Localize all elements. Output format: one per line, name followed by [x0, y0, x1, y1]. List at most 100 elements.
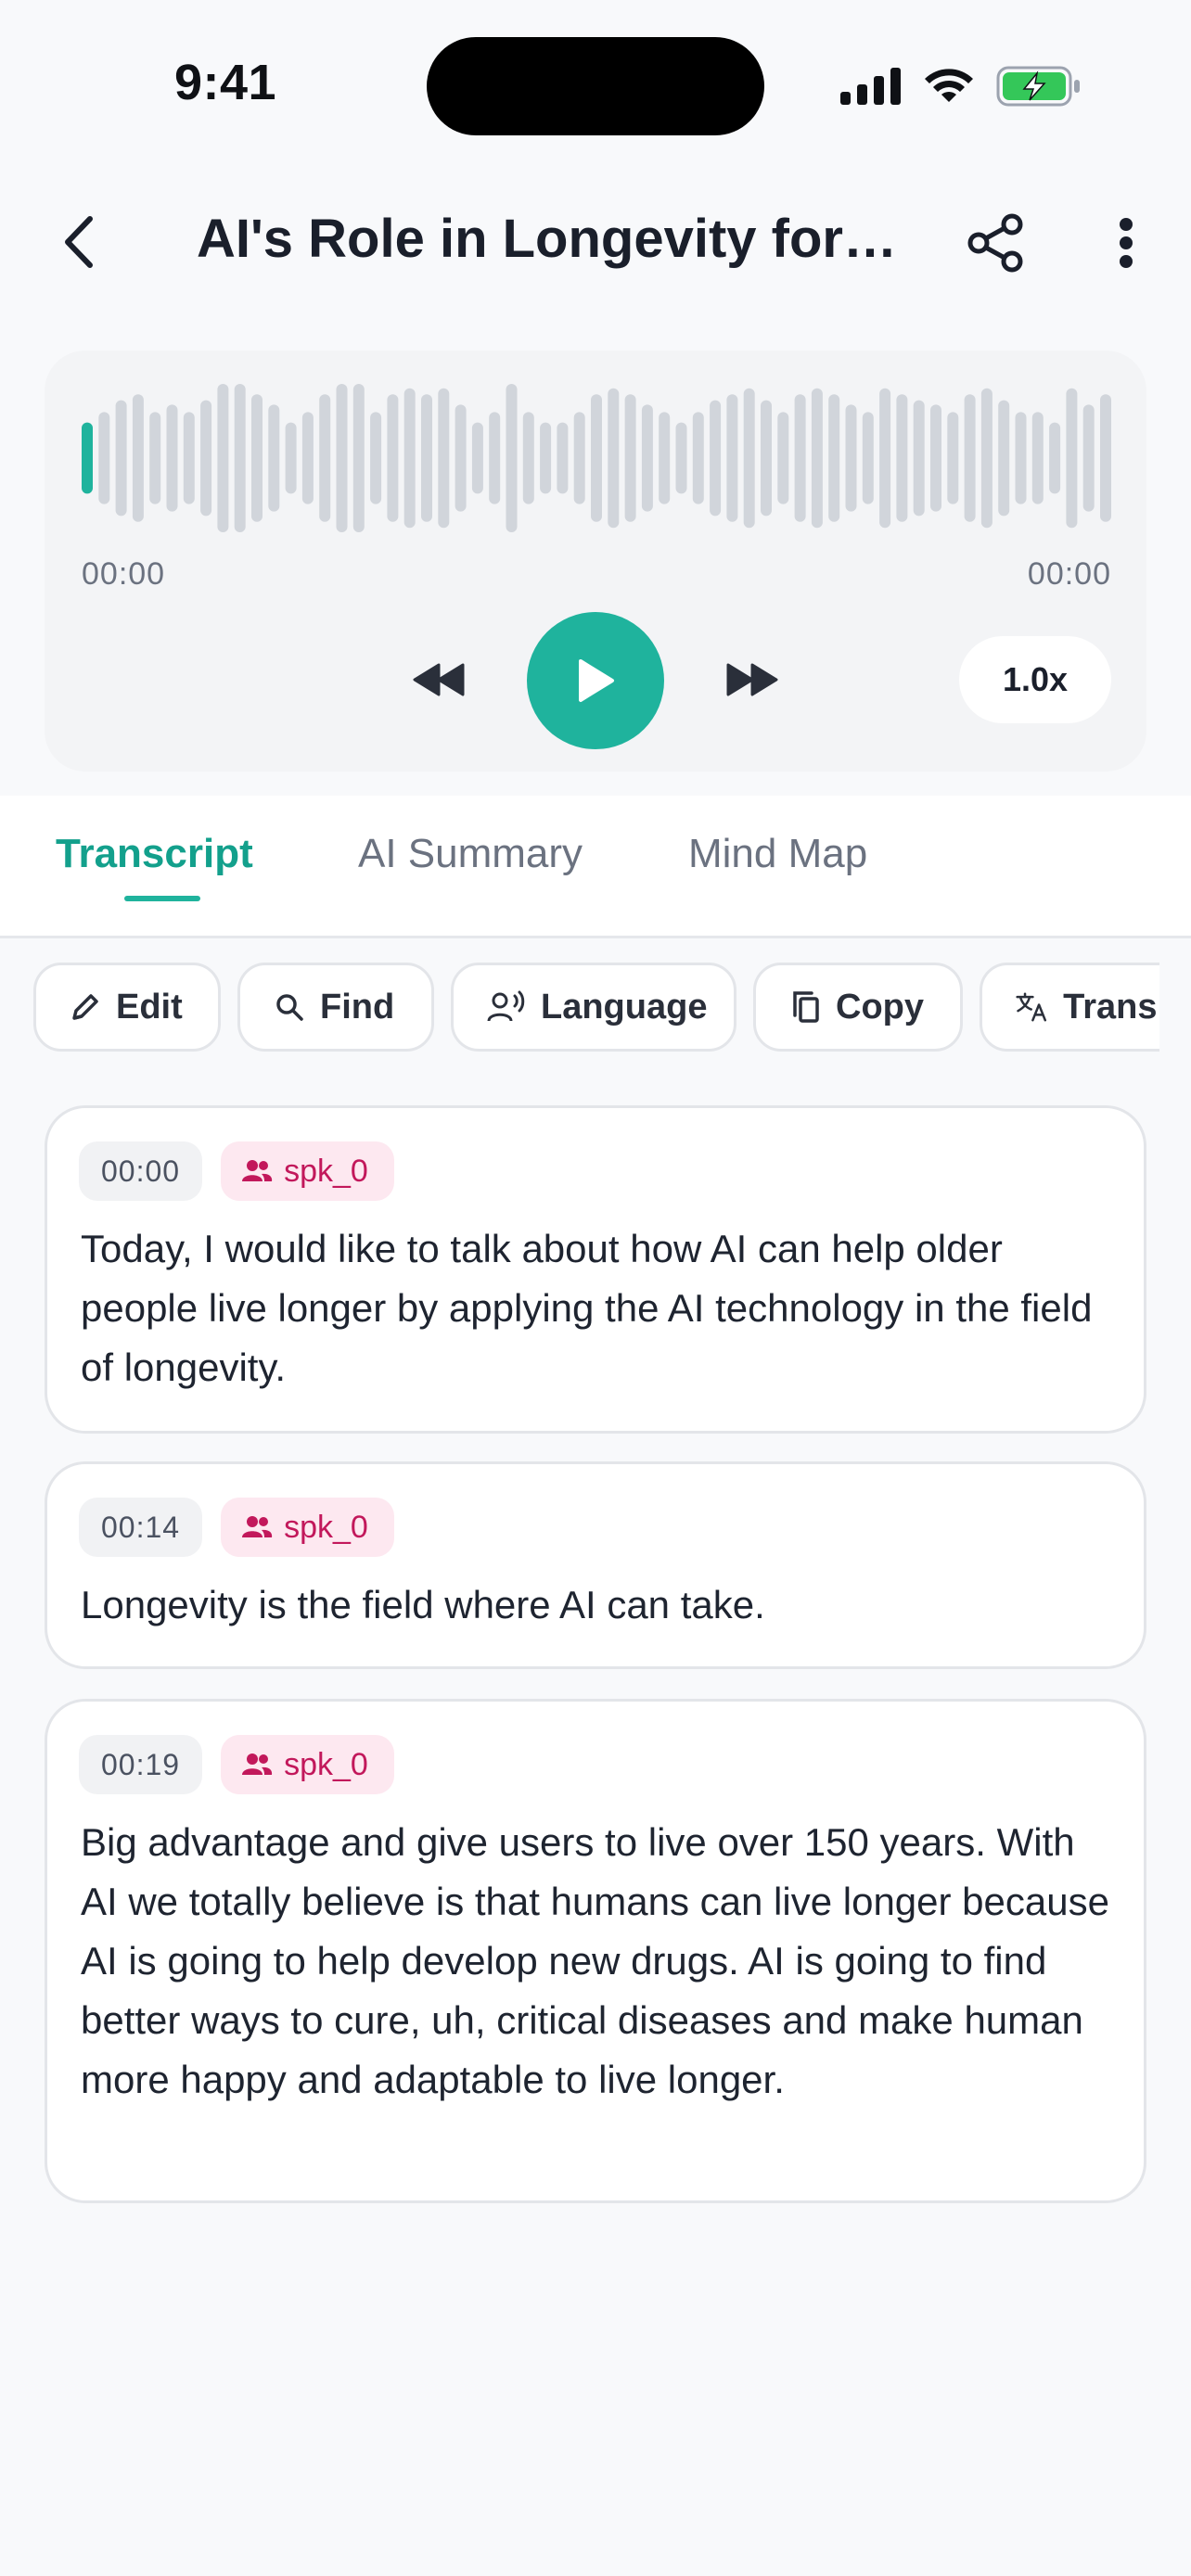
waveform-bar — [370, 412, 382, 504]
waveform-bar — [98, 412, 110, 504]
search-icon — [276, 994, 303, 1021]
waveform-bar — [828, 394, 840, 522]
language-button[interactable]: Language — [451, 963, 736, 1052]
waveform-bar — [675, 422, 687, 494]
speaker-label: spk_0 — [284, 1746, 368, 1782]
copy-label: Copy — [836, 987, 924, 1027]
waveform-bar — [506, 384, 518, 532]
transcript-segment[interactable]: 00:19 spk_0 Big advantage and give users… — [45, 1699, 1146, 2203]
segment-meta: 00:19 spk_0 — [79, 1735, 394, 1794]
speaker-badge[interactable]: spk_0 — [221, 1735, 394, 1794]
more-options-button[interactable] — [1096, 208, 1156, 278]
total-time: 00:00 — [1027, 556, 1111, 592]
waveform-bar — [761, 400, 772, 516]
fast-forward-button[interactable] — [720, 647, 785, 712]
tab-mind-map[interactable]: Mind Map — [688, 831, 867, 877]
waveform-bar — [726, 394, 738, 522]
playback-speed-button[interactable]: 1.0x — [959, 636, 1111, 723]
more-vertical-icon — [1120, 218, 1133, 268]
timestamp-badge[interactable]: 00:00 — [79, 1141, 203, 1201]
waveform-bar — [200, 400, 212, 516]
waveform-bar — [82, 422, 93, 494]
waveform-bar — [1015, 412, 1027, 504]
waveform-bar — [1049, 422, 1061, 494]
status-time: 9:41 — [174, 55, 277, 110]
tab-transcript[interactable]: Transcript — [56, 831, 253, 877]
waveform-bar — [811, 388, 823, 529]
header: AI's Role in Longevity for Older People — [0, 176, 1191, 306]
tab-bar: Transcript AI Summary Mind Map — [0, 796, 1191, 938]
translate-button[interactable]: Translate — [980, 963, 1159, 1052]
waveform-bar — [980, 388, 992, 529]
language-label: Language — [541, 987, 708, 1027]
copy-icon — [793, 991, 819, 1023]
speaker-badge[interactable]: spk_0 — [221, 1141, 394, 1201]
playback-controls: 1.0x — [45, 610, 1146, 749]
waveform-bar — [641, 404, 653, 512]
waveform-bar — [403, 388, 416, 529]
waveform-bar — [845, 404, 857, 512]
people-icon — [242, 1753, 273, 1775]
waveform-bar — [319, 394, 331, 522]
segment-meta: 00:14 spk_0 — [79, 1498, 394, 1557]
waveform-bar — [659, 412, 671, 504]
back-button[interactable] — [46, 210, 111, 274]
copy-button[interactable]: Copy — [753, 963, 963, 1052]
translate-icon — [1016, 992, 1047, 1022]
waveform-bar — [387, 394, 399, 522]
transcript-toolbar: Edit Find Language Copy Translate — [0, 938, 1159, 1072]
waveform-bar — [183, 412, 195, 504]
waveform-bar — [115, 400, 127, 516]
rewind-button[interactable] — [406, 647, 471, 712]
edit-label: Edit — [116, 987, 183, 1027]
battery-charging-icon — [996, 66, 1080, 107]
waveform-bar — [998, 400, 1010, 516]
waveform-bar — [234, 384, 246, 532]
waveform-bar — [149, 412, 161, 504]
waveform-bar — [557, 422, 569, 494]
waveform-bar — [301, 412, 314, 504]
waveform-bar — [879, 388, 891, 529]
segment-text: Longevity is the field where AI can take… — [81, 1583, 765, 1626]
transcript-segment[interactable]: 00:00 spk_0 Today, I would like to talk … — [45, 1105, 1146, 1434]
waveform-bar — [522, 412, 534, 504]
timestamp-badge[interactable]: 00:19 — [79, 1735, 203, 1794]
waveform-bar — [913, 400, 925, 516]
waveform-bar — [438, 388, 450, 529]
waveform-bar — [896, 394, 908, 522]
speaker-badge[interactable]: spk_0 — [221, 1498, 394, 1557]
waveform-bar — [794, 394, 806, 522]
waveform-bar — [930, 404, 941, 512]
waveform-bar — [540, 422, 552, 494]
waveform-bar — [710, 400, 722, 516]
people-icon — [242, 1160, 273, 1181]
waveform-scrubber[interactable] — [82, 384, 1111, 532]
waveform-bar — [352, 384, 365, 532]
waveform-bar — [251, 394, 263, 522]
find-label: Find — [320, 987, 395, 1027]
waveform-bar — [692, 412, 704, 504]
page-title: AI's Role in Longevity for Older People — [197, 209, 902, 269]
pencil-icon — [72, 994, 98, 1020]
chevron-left-icon — [65, 216, 93, 268]
find-button[interactable]: Find — [237, 963, 434, 1052]
waveform-bar — [1082, 404, 1095, 512]
audio-player: 00:00 00:00 1.0x — [45, 351, 1146, 772]
rewind-icon — [413, 663, 465, 696]
waveform-bar — [1066, 388, 1078, 529]
tab-ai-summary[interactable]: AI Summary — [358, 831, 583, 877]
fast-forward-icon — [726, 663, 778, 696]
waveform-bar — [132, 394, 144, 522]
play-button[interactable] — [527, 612, 664, 749]
timestamp-badge[interactable]: 00:14 — [79, 1498, 203, 1557]
transcript-segment[interactable]: 00:14 spk_0 Longevity is the field where… — [45, 1461, 1146, 1669]
share-button[interactable] — [961, 208, 1031, 278]
cellular-signal-icon — [840, 68, 901, 105]
segment-text: Big advantage and give users to live ove… — [81, 1820, 1109, 2101]
waveform-bar — [489, 412, 501, 504]
edit-button[interactable]: Edit — [33, 963, 221, 1052]
waveform-bar — [1100, 394, 1111, 522]
speaker-label: spk_0 — [284, 1153, 368, 1189]
waveform-bar — [217, 384, 229, 532]
translate-label: Translate — [1063, 987, 1159, 1027]
